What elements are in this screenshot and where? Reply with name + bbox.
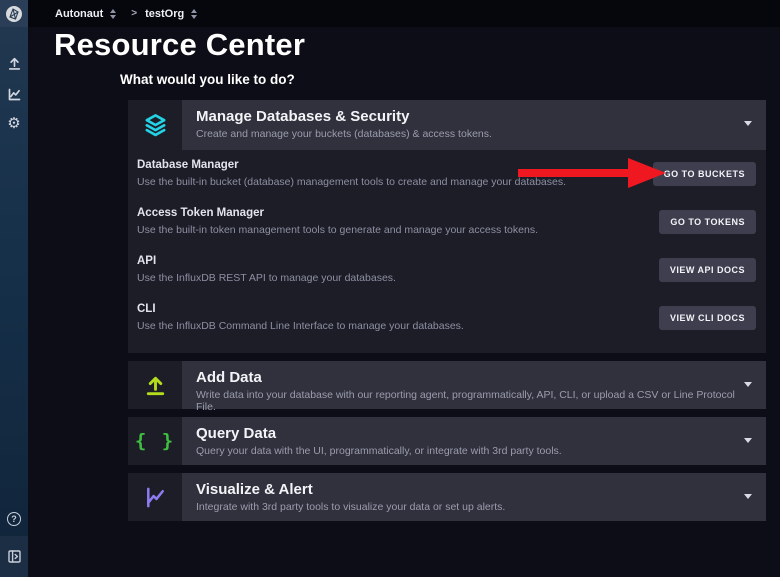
- row-title: CLI: [137, 303, 649, 315]
- card-add-data-header[interactable]: Add Data Write data into your database w…: [128, 361, 766, 409]
- help-icon[interactable]: ?: [0, 506, 28, 532]
- braces-icon: { }: [128, 417, 182, 465]
- unfold-icon[interactable]: [110, 9, 116, 19]
- card-title: Visualize & Alert: [196, 481, 752, 498]
- card-manage-databases: Manage Databases & Security Create and m…: [128, 100, 766, 353]
- card-visualize-alert-header[interactable]: Visualize & Alert Integrate with 3rd par…: [128, 473, 766, 521]
- breadcrumb-suborg[interactable]: testOrg: [145, 8, 184, 20]
- card-subtitle: Create and manage your buckets (database…: [196, 128, 752, 140]
- card-manage-databases-header[interactable]: Manage Databases & Security Create and m…: [128, 100, 766, 150]
- chevron-down-icon[interactable]: [744, 121, 752, 126]
- collapse-sidebar-icon[interactable]: [0, 536, 28, 577]
- row-description: Use the InfluxDB Command Line Interface …: [137, 320, 649, 332]
- card-title: Add Data: [196, 369, 752, 386]
- row-description: Use the InfluxDB REST API to manage your…: [137, 272, 649, 284]
- page-subtitle: What would you like to do?: [120, 72, 295, 87]
- row-access-token-manager: Access Token Manager Use the built-in to…: [137, 207, 756, 236]
- breadcrumb: Autonaut > testOrg: [28, 0, 780, 27]
- card-subtitle: Write data into your database with our r…: [196, 389, 752, 413]
- gear-icon[interactable]: ⚙: [0, 110, 28, 136]
- app-window: ⚙ ? Autonaut > testOrg Resource Center W…: [0, 0, 780, 577]
- row-title: Access Token Manager: [137, 207, 649, 219]
- resource-cards: Manage Databases & Security Create and m…: [128, 100, 766, 529]
- row-title: API: [137, 255, 649, 267]
- row-description: Use the built-in token management tools …: [137, 224, 649, 236]
- card-query-data-header[interactable]: { } Query Data Query your data with the …: [128, 417, 766, 465]
- unfold-icon[interactable]: [191, 9, 197, 19]
- breadcrumb-org[interactable]: Autonaut: [55, 8, 103, 20]
- sidebar: ⚙ ?: [0, 0, 28, 577]
- layers-icon: [128, 100, 182, 150]
- chevron-down-icon[interactable]: [744, 438, 752, 443]
- chart-icon: [128, 473, 182, 521]
- card-title: Query Data: [196, 425, 752, 442]
- go-to-buckets-button[interactable]: GO TO BUCKETS: [653, 162, 756, 186]
- row-api: API Use the InfluxDB REST API to manage …: [137, 255, 756, 284]
- upload-icon: [128, 361, 182, 409]
- card-subtitle: Query your data with the UI, programmati…: [196, 445, 752, 457]
- view-cli-docs-button[interactable]: VIEW CLI DOCS: [659, 306, 756, 330]
- card-subtitle: Integrate with 3rd party tools to visual…: [196, 501, 752, 513]
- upload-icon[interactable]: [0, 50, 28, 76]
- chevron-down-icon[interactable]: [744, 382, 752, 387]
- breadcrumb-separator: >: [131, 8, 137, 19]
- go-to-tokens-button[interactable]: GO TO TOKENS: [659, 210, 756, 234]
- chevron-down-icon[interactable]: [744, 494, 752, 499]
- card-query-data: { } Query Data Query your data with the …: [128, 417, 766, 465]
- page-title: Resource Center: [54, 27, 305, 63]
- influxdb-logo[interactable]: [0, 0, 28, 27]
- row-cli: CLI Use the InfluxDB Command Line Interf…: [137, 303, 756, 332]
- view-api-docs-button[interactable]: VIEW API DOCS: [659, 258, 756, 282]
- graph-icon[interactable]: [0, 81, 28, 107]
- influxdb-logo-icon: [5, 5, 23, 23]
- card-title: Manage Databases & Security: [196, 108, 752, 125]
- card-visualize-alert: Visualize & Alert Integrate with 3rd par…: [128, 473, 766, 521]
- card-add-data: Add Data Write data into your database w…: [128, 361, 766, 409]
- annotation-arrow-icon: [518, 157, 668, 189]
